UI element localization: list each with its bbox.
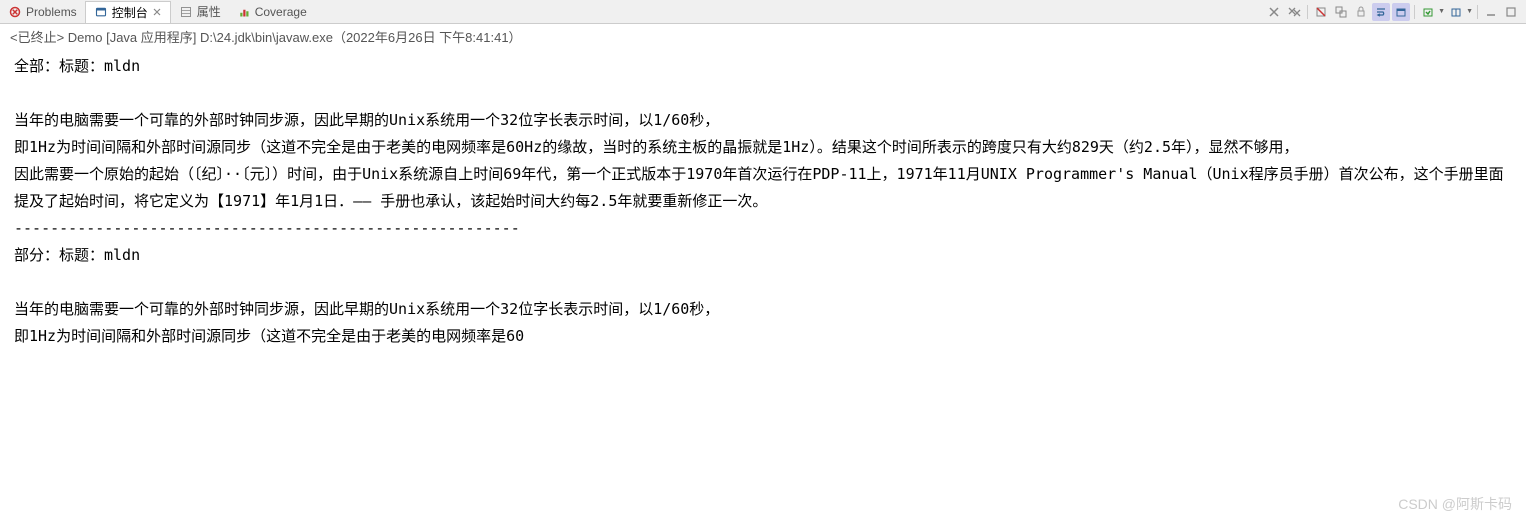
open-console-button[interactable]: [1419, 3, 1437, 21]
tab-coverage[interactable]: Coverage: [229, 1, 315, 23]
dropdown-icon[interactable]: ▼: [1466, 8, 1473, 15]
toolbar-separator: [1307, 5, 1308, 19]
tab-console[interactable]: 控制台: [85, 1, 171, 23]
close-console-button[interactable]: [1265, 3, 1283, 21]
tab-label: 属性: [197, 3, 221, 20]
console-output[interactable]: 全部：标题：mldn 当年的电脑需要一个可靠的外部时钟同步源，因此早期的Unix…: [0, 49, 1526, 354]
remove-all-terminated-button[interactable]: [1332, 3, 1350, 21]
tab-properties[interactable]: 属性: [171, 1, 229, 23]
word-wrap-button[interactable]: [1372, 3, 1390, 21]
tab-label: Problems: [26, 5, 77, 19]
watermark-text: CSDN @阿斯卡码: [1398, 494, 1512, 514]
maximize-button[interactable]: [1502, 3, 1520, 21]
tab-label: 控制台: [112, 4, 148, 21]
dropdown-icon[interactable]: ▼: [1438, 8, 1445, 15]
minimize-button[interactable]: [1482, 3, 1500, 21]
toolbar-separator: [1477, 5, 1478, 19]
problems-icon: [8, 5, 22, 19]
close-icon[interactable]: [152, 7, 162, 17]
view-tab-bar: Problems 控制台 属性 Coverage: [0, 0, 1526, 24]
toolbar-separator: [1414, 5, 1415, 19]
tab-label: Coverage: [255, 5, 307, 19]
tabs-container: Problems 控制台 属性 Coverage: [0, 1, 315, 23]
properties-icon: [179, 5, 193, 19]
remove-launch-button[interactable]: [1312, 3, 1330, 21]
coverage-icon: [237, 5, 251, 19]
console-toolbar: ▼ ▼: [1265, 3, 1526, 21]
launch-status-line: <已终止> Demo [Java 应用程序] D:\24.jdk\bin\jav…: [0, 24, 1526, 49]
console-icon: [94, 5, 108, 19]
show-console-button[interactable]: [1392, 3, 1410, 21]
pin-console-button[interactable]: [1447, 3, 1465, 21]
scroll-lock-button[interactable]: [1352, 3, 1370, 21]
tab-problems[interactable]: Problems: [0, 1, 85, 23]
close-all-button[interactable]: [1285, 3, 1303, 21]
